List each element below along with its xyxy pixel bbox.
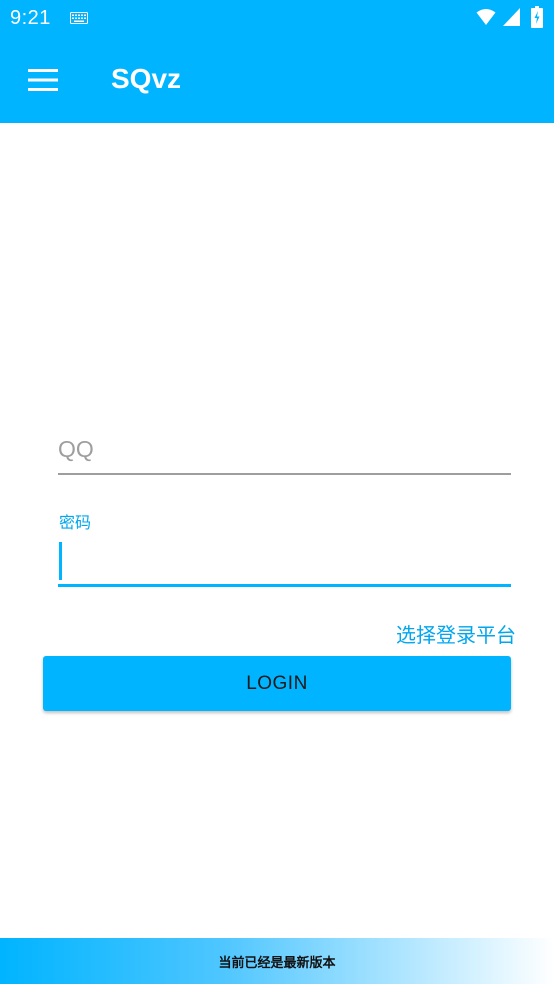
status-bar: 9:21: [0, 0, 554, 38]
app-bar: SQvz: [0, 38, 554, 123]
version-banner: 当前已经是最新版本: [0, 938, 554, 984]
qq-input[interactable]: [58, 425, 511, 475]
keyboard-icon: [70, 12, 88, 24]
text-cursor: [59, 542, 62, 580]
app-title: SQvz: [111, 63, 182, 94]
login-button[interactable]: LOGIN: [43, 656, 511, 711]
battery-icon: [531, 6, 543, 28]
wifi-icon: [476, 9, 496, 25]
password-input[interactable]: [58, 538, 511, 587]
password-label: 密码: [59, 513, 92, 532]
menu-icon[interactable]: [22, 62, 64, 98]
signal-icon: [503, 8, 520, 26]
version-status-text: 当前已经是最新版本: [218, 955, 336, 971]
select-platform-link[interactable]: 选择登录平台: [396, 619, 516, 648]
status-time: 9:21: [10, 7, 51, 29]
